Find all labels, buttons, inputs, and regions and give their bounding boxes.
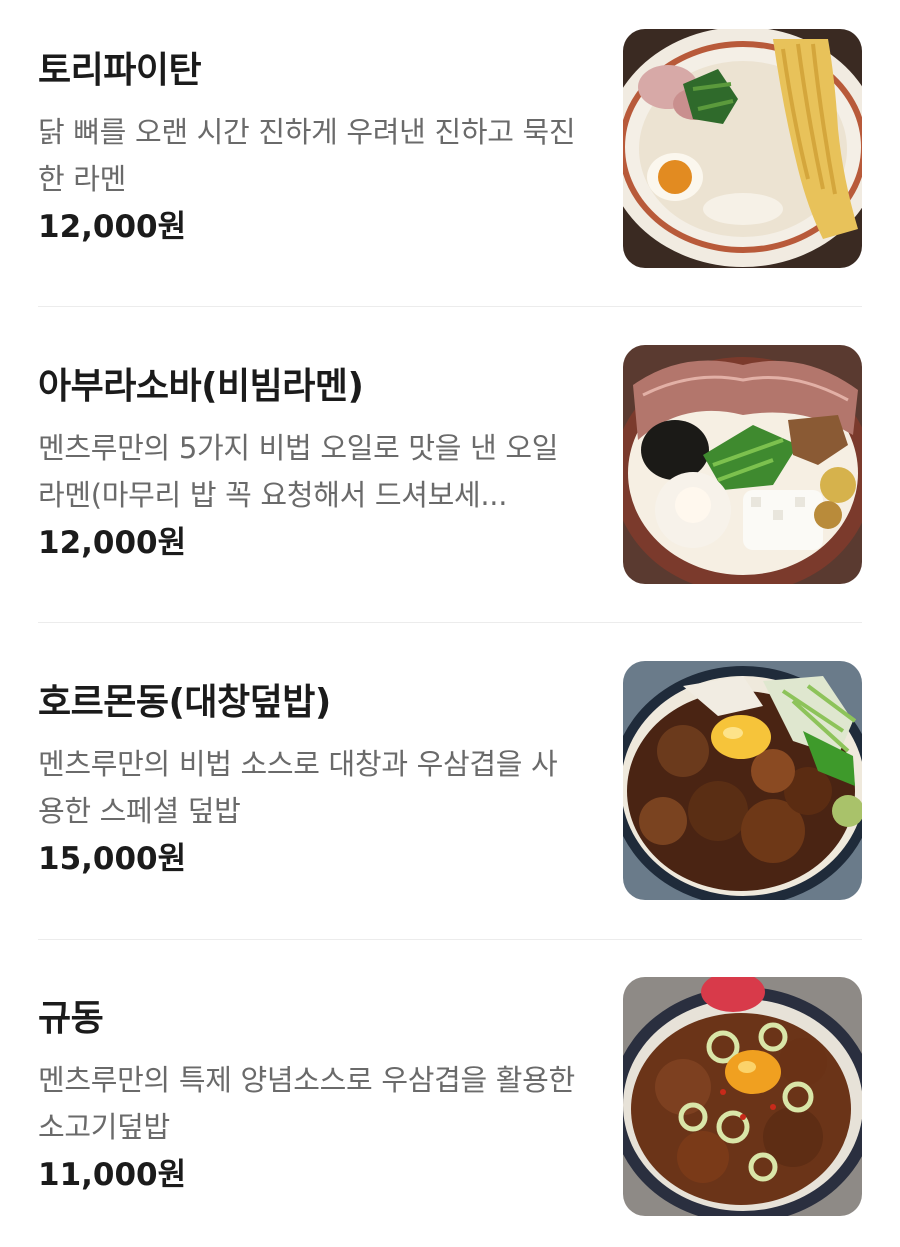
gyudon-photo[interactable] bbox=[623, 977, 862, 1216]
menu-list: 토리파이탄 닭 뼈를 오랜 시간 진하게 우려낸 진하고 묵진한 라멘 12,0… bbox=[0, 0, 900, 1247]
horumon-don-photo[interactable] bbox=[623, 661, 862, 900]
menu-item-price: 11,000원 bbox=[38, 1157, 187, 1193]
menu-item-horumon-don[interactable]: 호르몬동(대창덮밥) 멘츠루만의 비법 소스로 대창과 우삼겹을 사용한 스페셜… bbox=[38, 661, 862, 901]
abura-soba-photo[interactable] bbox=[623, 345, 862, 584]
menu-item-price: 15,000원 bbox=[38, 841, 187, 877]
horumon-don-image bbox=[623, 661, 862, 900]
divider bbox=[38, 306, 862, 307]
menu-item-gyudon[interactable]: 규동 멘츠루만의 특제 양념소스로 우삼겹을 활용한 소고기덮밥 11,000원 bbox=[38, 977, 862, 1217]
menu-item-tori-paitan[interactable]: 토리파이탄 닭 뼈를 오랜 시간 진하게 우려낸 진하고 묵진한 라멘 12,0… bbox=[38, 29, 862, 269]
divider bbox=[38, 939, 862, 940]
menu-item-price: 12,000원 bbox=[38, 209, 187, 245]
gyudon-image bbox=[623, 977, 862, 1216]
menu-item-name: 아부라소바(비빔라멘) bbox=[38, 366, 364, 407]
menu-item-name: 토리파이탄 bbox=[38, 50, 202, 91]
menu-item-description: 멘츠루만의 특제 양념소스로 우삼겹을 활용한 소고기덮밥 bbox=[38, 1063, 575, 1144]
menu-item-price: 12,000원 bbox=[38, 525, 187, 561]
menu-item-abura-soba[interactable]: 아부라소바(비빔라멘) 멘츠루만의 5가지 비법 오일로 맛을 낸 오일라멘(마… bbox=[38, 345, 862, 585]
menu-item-description: 멘츠루만의 비법 소스로 대창과 우삼겹을 사용한 스페셜 덮밥 bbox=[38, 747, 558, 828]
divider bbox=[38, 622, 862, 623]
menu-item-description: 닭 뼈를 오랜 시간 진하게 우려낸 진하고 묵진한 라멘 bbox=[38, 115, 576, 196]
ramen-bowl-image bbox=[623, 29, 862, 268]
menu-item-name: 호르몬동(대창덮밥) bbox=[38, 682, 331, 723]
chicken-paitan-ramen-photo[interactable] bbox=[623, 29, 862, 268]
menu-item-name: 규동 bbox=[38, 998, 104, 1039]
abura-soba-image bbox=[623, 345, 862, 584]
menu-item-description: 멘츠루만의 5가지 비법 오일로 맛을 낸 오일라멘(마무리 밥 꼭 요청해서 … bbox=[38, 431, 559, 512]
